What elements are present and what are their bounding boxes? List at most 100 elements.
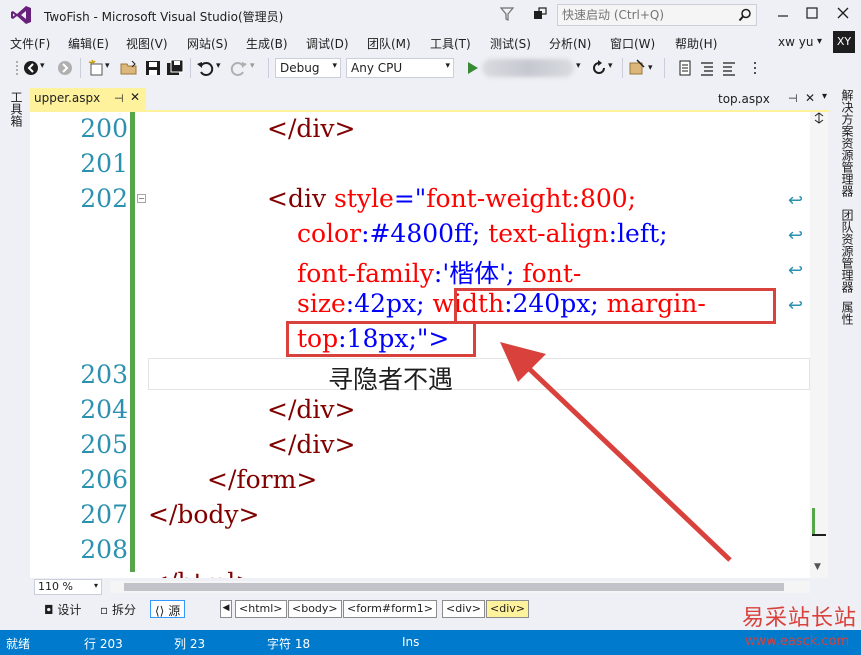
word-wrap-icon: ↩: [788, 295, 804, 316]
pin-icon[interactable]: ⊣: [114, 92, 124, 105]
comment-lines-icon[interactable]: [698, 59, 716, 77]
platform-select[interactable]: Any CPU ▾: [346, 58, 454, 78]
left-tool-strip: 工具箱: [0, 85, 30, 625]
toolbar-separator: [664, 58, 665, 78]
quick-launch[interactable]: [557, 4, 757, 26]
redo-icon[interactable]: [230, 59, 248, 77]
properties-tab[interactable]: 属性: [839, 301, 856, 325]
navigate-back-icon[interactable]: [22, 59, 40, 77]
search-icon[interactable]: [738, 8, 752, 22]
watermark-url: www.easck.com: [745, 634, 850, 649]
menu-website[interactable]: 网站(S): [187, 35, 228, 52]
feedback-icon[interactable]: [532, 6, 548, 22]
filter-icon[interactable]: [500, 7, 514, 21]
menu-help[interactable]: 帮助(H): [675, 35, 717, 52]
toolbox-tab[interactable]: 工具箱: [8, 91, 25, 127]
close-icon[interactable]: ✕: [130, 90, 140, 104]
overflow-icon[interactable]: [746, 59, 764, 77]
breadcrumb-form[interactable]: <form#form1>: [343, 600, 437, 618]
chevron-down-icon: ▾: [332, 61, 337, 71]
line-number: 205: [80, 430, 128, 459]
toolbar-separator: [80, 58, 81, 78]
change-marker: [812, 508, 815, 536]
tab-upper-aspx[interactable]: upper.aspx ⊣ ✕: [30, 88, 146, 110]
menu-file[interactable]: 文件(F): [10, 35, 50, 52]
menu-edit[interactable]: 编辑(E): [68, 35, 109, 52]
horizontal-scrollbar[interactable]: [110, 581, 810, 593]
configuration-select[interactable]: Debug ▾: [275, 58, 341, 78]
team-explorer-tab[interactable]: 团队资源管理器: [839, 209, 856, 293]
code-line-202-part1: <div style="font-weight:800;: [267, 184, 637, 213]
annotation-box-margin-top: [286, 321, 476, 357]
toolbar-separator: [622, 58, 623, 78]
maximize-icon[interactable]: [805, 6, 819, 20]
collapse-icon[interactable]: −: [137, 194, 146, 203]
menu-test[interactable]: 测试(S): [490, 35, 531, 52]
menu-debug[interactable]: 调试(D): [306, 35, 349, 52]
code-line-207: </body>: [148, 500, 260, 529]
vertical-scrollbar[interactable]: ▼: [810, 112, 828, 578]
document-tabs: upper.aspx ⊣ ✕ top.aspx ⊣ ✕ ▾: [30, 88, 830, 110]
line-number: 206: [80, 465, 128, 494]
split-view-button[interactable]: ▫ 拆分: [96, 600, 140, 618]
navigate-forward-icon[interactable]: [56, 59, 74, 77]
zoom-value: 110 %: [38, 580, 73, 593]
configuration-value: Debug: [280, 61, 320, 75]
scroll-down-icon[interactable]: ▼: [814, 562, 821, 572]
line-number: 200: [80, 114, 128, 143]
new-project-icon[interactable]: [88, 59, 106, 77]
minimize-icon[interactable]: [776, 6, 790, 20]
breadcrumb-html[interactable]: <html>: [235, 600, 287, 618]
line-number: 207: [80, 500, 128, 529]
breadcrumb-div[interactable]: <div>: [442, 600, 485, 618]
source-view-button[interactable]: ⟨⟩ 源: [150, 600, 186, 618]
breadcrumb-prev-icon[interactable]: ◀: [220, 600, 232, 618]
zoom-select[interactable]: 110 % ▾: [34, 579, 102, 595]
menu-tools[interactable]: 工具(T): [430, 35, 471, 52]
line-number: 208: [80, 535, 128, 564]
horizontal-scroll-thumb[interactable]: [124, 583, 784, 591]
menu-view[interactable]: 视图(V): [126, 35, 168, 52]
document-icon[interactable]: [676, 59, 694, 77]
undo-icon[interactable]: [196, 59, 214, 77]
avatar[interactable]: XY: [833, 31, 855, 53]
breadcrumb-body[interactable]: <body>: [288, 600, 342, 618]
chevron-down-icon[interactable]: ▾: [822, 91, 827, 102]
start-debugging-icon[interactable]: [463, 59, 481, 77]
solution-explorer-tab[interactable]: 解决方案资源管理器: [839, 89, 856, 197]
menu-analyze[interactable]: 分析(N): [549, 35, 591, 52]
refresh-icon[interactable]: [590, 59, 608, 77]
save-all-icon[interactable]: [166, 59, 184, 77]
chevron-down-icon[interactable]: ▾: [250, 61, 268, 79]
line-number: 201: [80, 149, 128, 178]
tab-top-aspx[interactable]: top.aspx: [718, 92, 770, 106]
quick-launch-input[interactable]: [558, 5, 733, 25]
save-icon[interactable]: [144, 59, 162, 77]
breadcrumb-div-current[interactable]: <div>: [486, 600, 529, 618]
chevron-down-icon[interactable]: ▾: [608, 61, 626, 79]
close-icon[interactable]: [836, 6, 850, 20]
menu-team[interactable]: 团队(M): [367, 35, 411, 52]
open-folder-icon[interactable]: [120, 59, 138, 77]
code-line-202-part2: color:#4800ff; text-align:left;: [297, 219, 668, 248]
line-number: 202: [80, 184, 128, 213]
vs-window: TwoFish - Microsoft Visual Studio(管理员) 文…: [0, 0, 861, 655]
split-window-icon[interactable]: [812, 112, 826, 124]
window-title: TwoFish - Microsoft Visual Studio(管理员): [44, 10, 284, 24]
menu-window[interactable]: 窗口(W): [610, 35, 655, 52]
status-state: 就绪: [6, 637, 31, 651]
browser-link-icon[interactable]: [628, 59, 646, 77]
title-bar: TwoFish - Microsoft Visual Studio(管理员): [0, 0, 861, 30]
design-view-button[interactable]: ◘ 设计: [40, 600, 85, 618]
user-name[interactable]: xw yu: [778, 35, 813, 49]
close-icon[interactable]: ✕: [805, 91, 815, 105]
obscured-region: [482, 59, 574, 77]
platform-value: Any CPU: [351, 61, 403, 75]
word-wrap-icon: ↩: [788, 225, 804, 246]
status-bar: 就绪 行 203 列 23 字符 18 Ins: [0, 630, 861, 655]
pin-icon[interactable]: ⊣: [788, 92, 798, 105]
chevron-down-icon[interactable]: ▾: [817, 36, 822, 47]
annotation-arrow-icon: [500, 342, 732, 562]
menu-build[interactable]: 生成(B): [246, 35, 288, 52]
uncomment-lines-icon[interactable]: [720, 59, 738, 77]
